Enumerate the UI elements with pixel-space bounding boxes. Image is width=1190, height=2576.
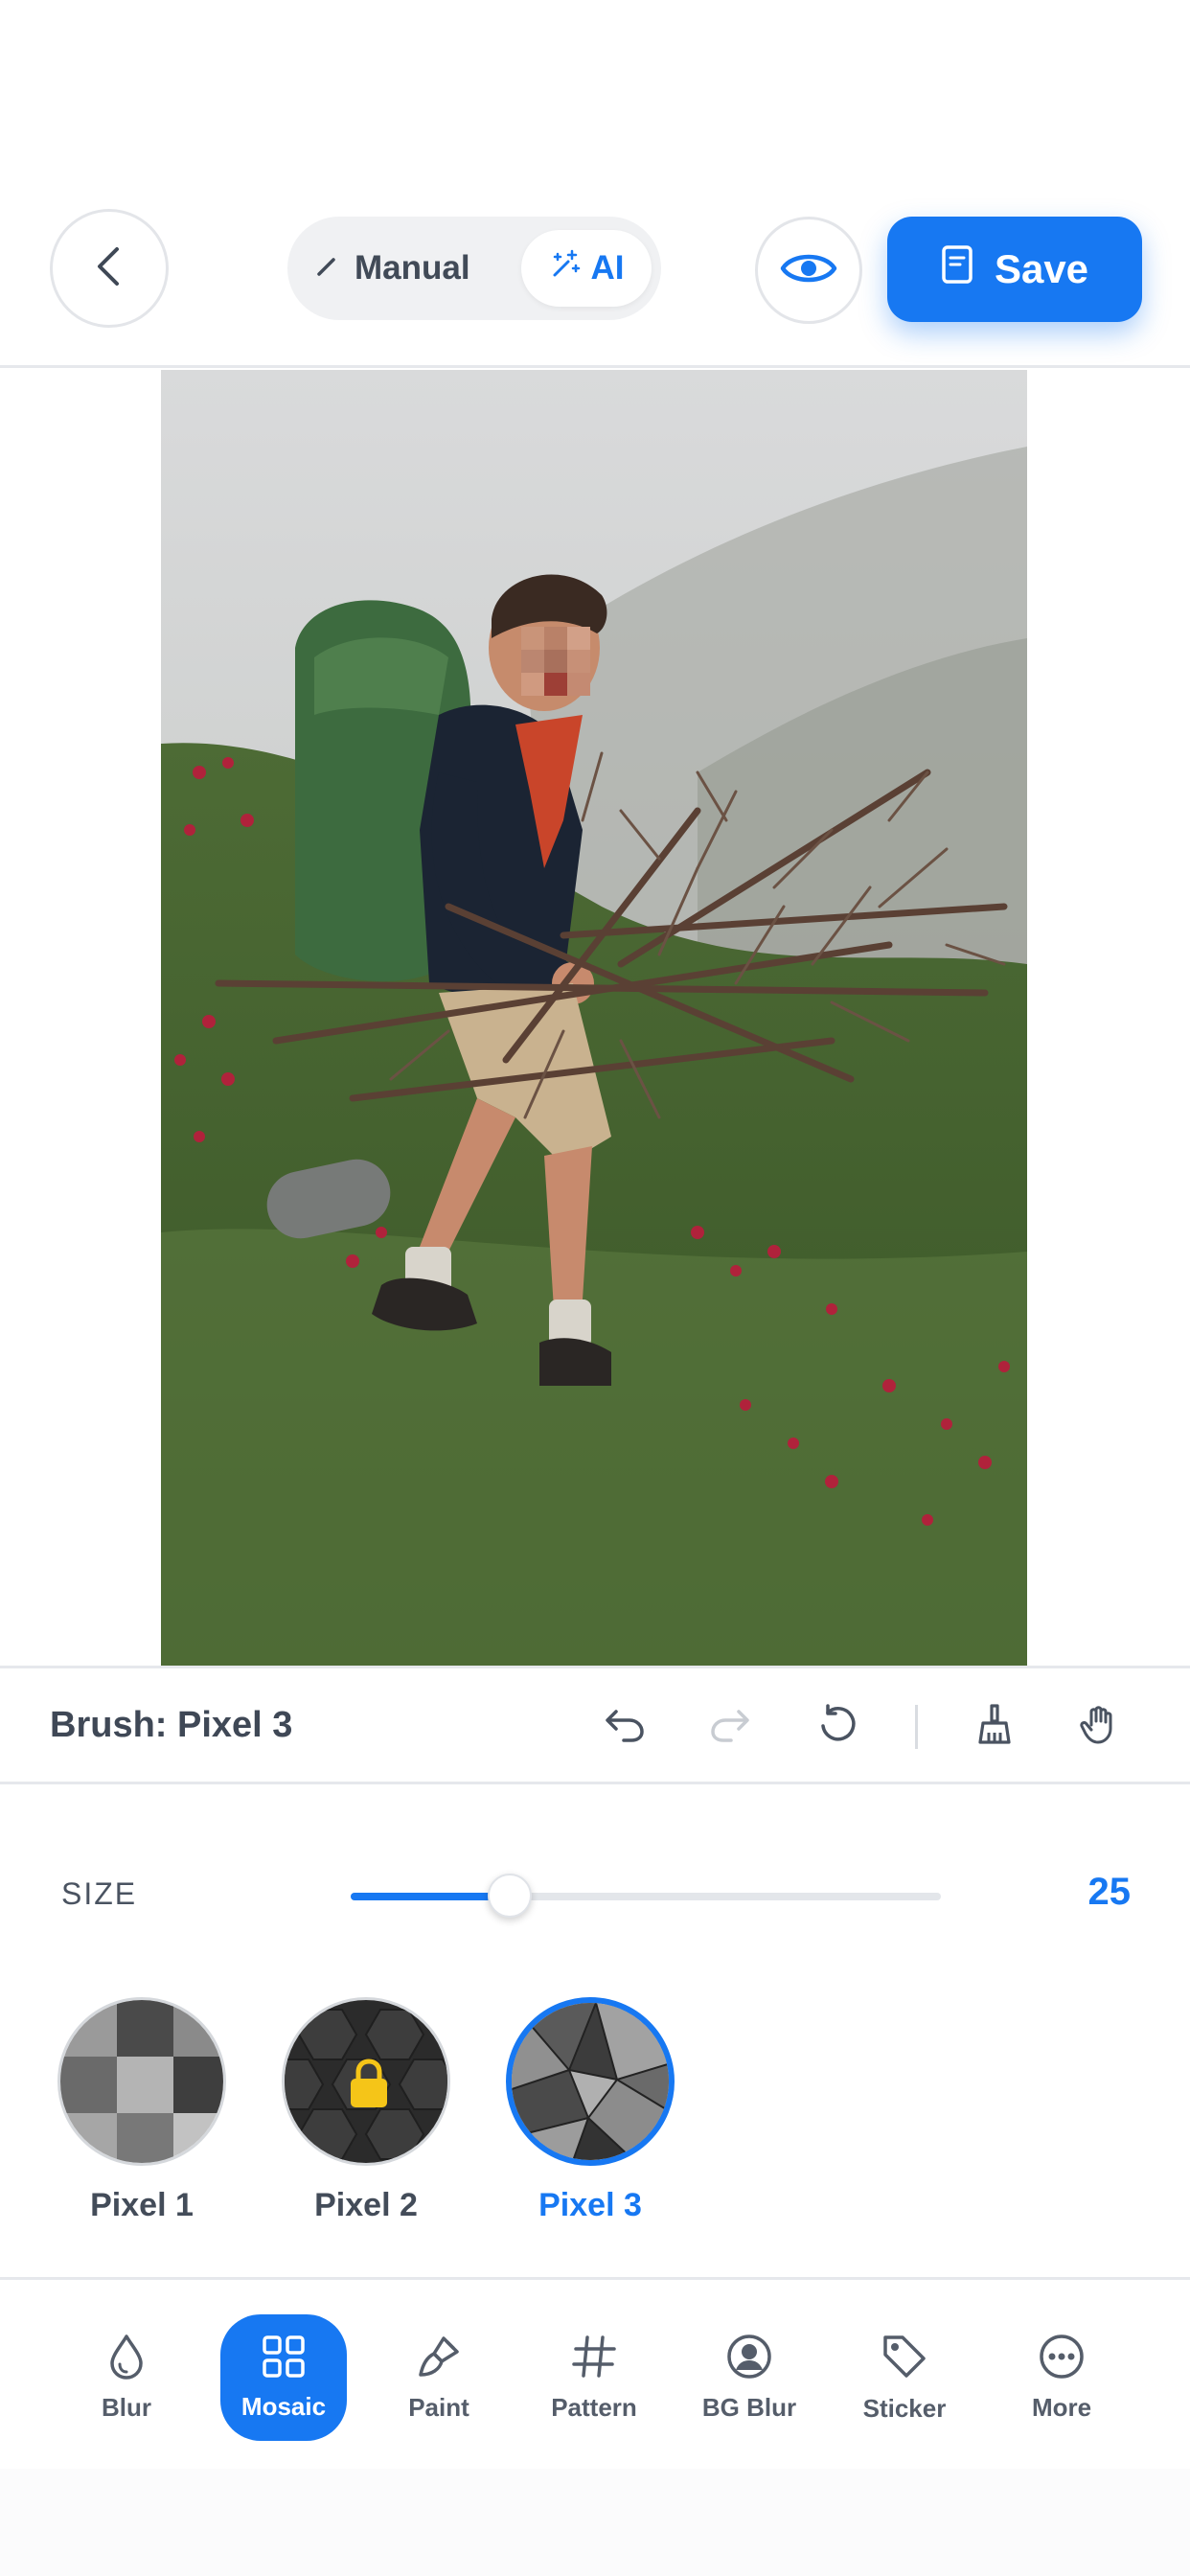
undo-icon [603, 1704, 647, 1749]
preset-pixel-3-swatch [506, 1997, 675, 2166]
broom-icon [975, 1702, 1014, 1751]
mode-ai-label: AI [590, 249, 625, 287]
tab-label: Sticker [862, 2394, 947, 2423]
lock-icon [348, 2058, 390, 2114]
edit-canvas[interactable] [0, 370, 1190, 1666]
tab-label: More [1031, 2393, 1092, 2422]
redo-button[interactable] [699, 1695, 761, 1757]
preset-pixel-2[interactable]: Pixel 2 [280, 1997, 452, 2237]
home-indicator-area [0, 2469, 1190, 2576]
brush-icon [415, 2333, 463, 2385]
tab-label: BG Blur [701, 2393, 797, 2422]
size-slider-thumb[interactable] [488, 1874, 533, 1918]
save-label: Save [994, 246, 1089, 291]
hash-icon [570, 2333, 618, 2385]
tab-blur[interactable]: Blur [63, 2314, 190, 2441]
preset-pixel-1[interactable]: Pixel 1 [56, 1997, 228, 2237]
tab-bg-blur[interactable]: BG Blur [686, 2314, 812, 2441]
preset-pixel-2-swatch [282, 1997, 450, 2166]
toolbar-divider [915, 1705, 918, 1749]
tab-label: Paint [408, 2393, 469, 2422]
tab-more[interactable]: More [998, 2314, 1125, 2441]
mode-toggle: Manual AI [287, 217, 661, 320]
bottom-tab-bar: Blur Mosaic Paint Pattern BG Blur Sticke… [0, 2277, 1190, 2469]
more-icon [1038, 2333, 1086, 2385]
tab-paint[interactable]: Paint [376, 2314, 502, 2441]
undo-button[interactable] [594, 1695, 655, 1757]
preset-pixel-1-swatch [57, 1997, 226, 2166]
tab-label: Mosaic [240, 2392, 327, 2421]
redo-icon [708, 1704, 752, 1749]
pan-button[interactable] [1069, 1695, 1131, 1757]
tab-pattern[interactable]: Pattern [531, 2314, 657, 2441]
document-icon [941, 244, 973, 294]
pencil-icon [314, 249, 341, 288]
chevron-left-icon [90, 243, 128, 294]
brush-title: Brush: Pixel 3 [50, 1704, 293, 1745]
mode-ai-button[interactable]: AI [521, 230, 652, 307]
eye-icon [780, 249, 837, 292]
rotate-ccw-icon [816, 1703, 858, 1750]
preset-label: Pixel 3 [538, 2187, 642, 2223]
preview-button[interactable] [755, 217, 862, 324]
magic-wand-icon [549, 248, 582, 289]
preset-label: Pixel 1 [90, 2187, 194, 2223]
size-slider-fill [351, 1893, 511, 1900]
brush-toolbar: Brush: Pixel 3 [0, 1666, 1190, 1784]
top-bar: Manual AI Save [0, 0, 1190, 368]
grid-icon [261, 2334, 307, 2384]
tag-icon [880, 2332, 929, 2386]
reset-button[interactable] [807, 1695, 868, 1757]
photo [161, 370, 1027, 1666]
drop-icon [107, 2333, 146, 2385]
tab-label: Pattern [551, 2393, 637, 2422]
preset-pixel-3[interactable]: Pixel 3 [504, 1997, 676, 2237]
user-circle-icon [725, 2333, 773, 2385]
size-slider[interactable] [351, 1874, 941, 1918]
size-value: 25 [1087, 1871, 1132, 1913]
eraser-button[interactable] [964, 1695, 1025, 1757]
tab-mosaic[interactable]: Mosaic [220, 2314, 347, 2441]
tab-label: Blur [102, 2393, 151, 2422]
save-button[interactable]: Save [887, 217, 1142, 322]
hand-pointer-icon [1078, 1702, 1122, 1751]
mode-manual-label: Manual [355, 249, 470, 287]
preset-label: Pixel 2 [314, 2187, 418, 2223]
size-label: SIZE [61, 1876, 138, 1911]
tab-sticker[interactable]: Sticker [841, 2314, 968, 2441]
mode-manual-button[interactable]: Manual [314, 230, 470, 307]
back-button[interactable] [50, 209, 169, 328]
